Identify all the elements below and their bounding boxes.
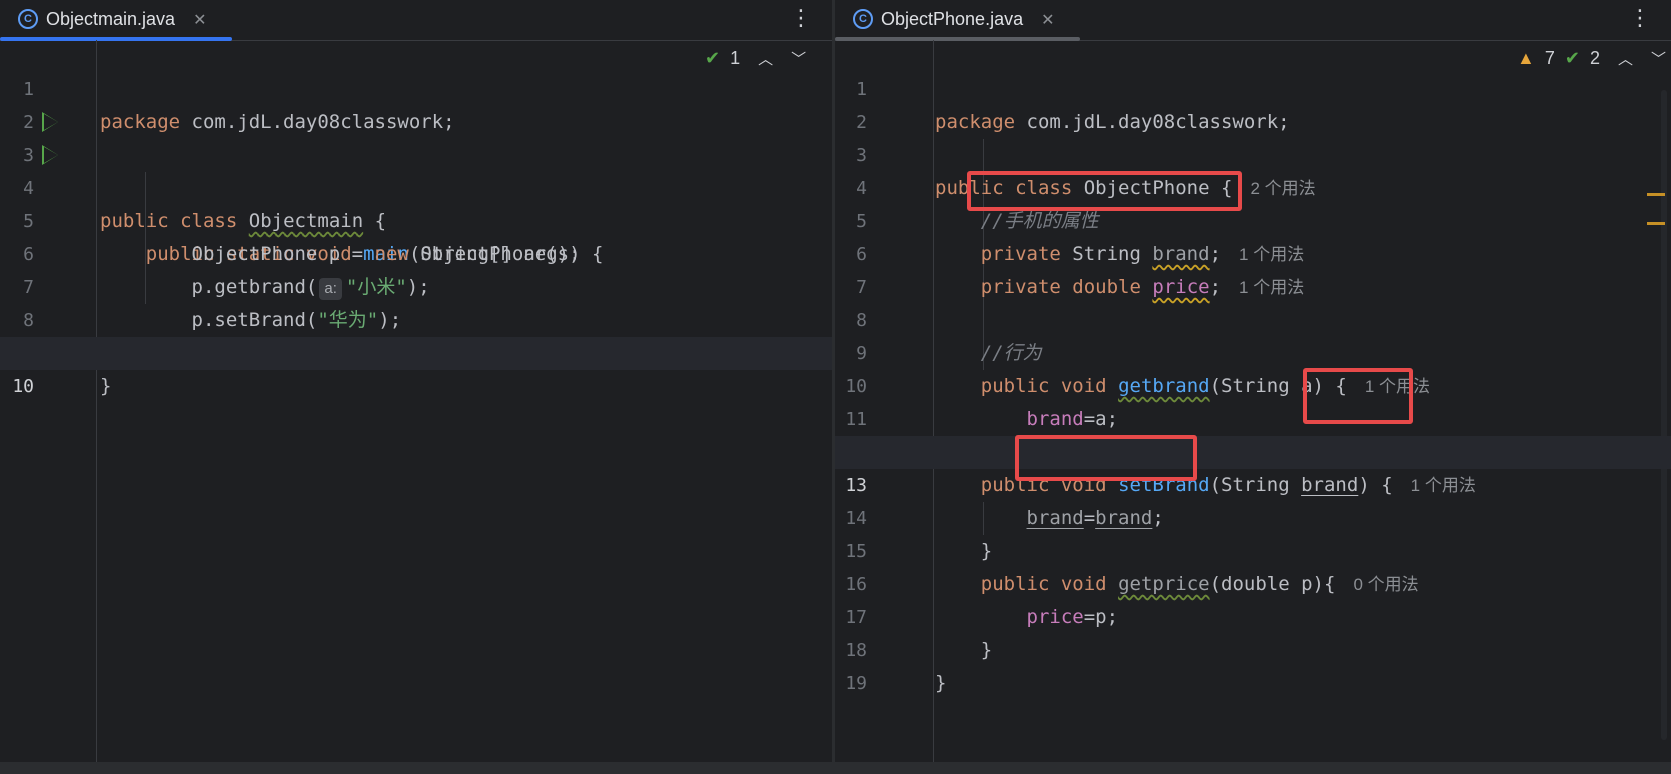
code-line: 11 } xyxy=(835,370,1671,463)
right-tab-bar: C ObjectPhone.java ✕ ⋮ xyxy=(835,0,1671,41)
code-line: 19 xyxy=(835,634,1671,694)
highlight-box-assignment xyxy=(1015,435,1197,481)
code-line: 5 private String brand; 1 个用法 xyxy=(835,172,1671,265)
code-line: 8 //行为 xyxy=(835,271,1671,364)
code-line: 4 //手机的属性 xyxy=(835,139,1671,232)
code-line: 1 package com.jdL.day08classwork; xyxy=(0,40,832,133)
code-line: 8 } xyxy=(0,271,832,364)
code-line: 12 public void setBrand(String brand) {1… xyxy=(835,403,1671,496)
highlight-box-param xyxy=(1303,368,1413,424)
code-line: 7 p.setBrand("华为"); xyxy=(0,238,832,331)
run-icon[interactable] xyxy=(42,112,58,132)
code-line: 15 public void getprice(double p){0 个用法 xyxy=(835,502,1671,595)
tab-objectmain[interactable]: C Objectmain.java ✕ xyxy=(0,0,206,38)
code-line: 16 price=p; xyxy=(835,535,1671,628)
code-line: 6 p.getbrand(a: "小米"); xyxy=(0,205,832,300)
code-line: 1 package com.jdL.day08classwork; xyxy=(835,40,1671,133)
more-options-icon[interactable]: ⋮ xyxy=(1629,6,1651,31)
code-line: 2 xyxy=(0,73,832,133)
current-line: 13 brand=brand; xyxy=(835,436,1671,529)
java-class-icon: C xyxy=(18,9,38,29)
class-icon: C xyxy=(853,9,873,29)
left-editor-pane: C Objectmain.java ✕ ⋮ ✔ 1 ︿ ﹀ 1 package … xyxy=(0,0,832,774)
status-strip xyxy=(0,762,1671,774)
code-line: 3 public class ObjectPhone {2 个用法 xyxy=(835,106,1671,199)
code-editor-right[interactable]: ▲ 7 ✔ 2 ︿ ﹀ 1 package com.jdL.day08class… xyxy=(835,40,1671,762)
right-editor-pane: C ObjectPhone.java ✕ ⋮ ▲ 7 ✔ 2 ︿ ﹀ 1 pac… xyxy=(835,0,1671,774)
code-line: 2 xyxy=(835,73,1671,133)
code-line: 5 ObjectPhone p = new ObjectPhone(); xyxy=(0,172,832,265)
left-tab-bar: C Objectmain.java ✕ ⋮ xyxy=(0,0,832,41)
close-icon[interactable]: ✕ xyxy=(193,10,206,29)
code-editor-left[interactable]: ✔ 1 ︿ ﹀ 1 package com.jdL.day08classwork… xyxy=(0,40,832,762)
more-options-icon[interactable]: ⋮ xyxy=(790,6,812,31)
tab-title: Objectmain.java xyxy=(46,8,176,29)
line-number: 19 xyxy=(845,673,867,694)
code-line: 3 public class Objectmain { xyxy=(0,106,832,232)
run-icon[interactable] xyxy=(42,145,58,165)
code-line: 14 } xyxy=(835,469,1671,562)
code-line: 4 public static void main(String[] args)… xyxy=(0,139,832,265)
tab-title: ObjectPhone.java xyxy=(881,8,1024,29)
highlight-box-field xyxy=(967,171,1242,211)
close-icon[interactable]: ✕ xyxy=(1041,10,1054,29)
code-line: 18 } xyxy=(835,601,1671,694)
code-line: 6 private double price; 1 个用法 xyxy=(835,205,1671,298)
code-line: 7 xyxy=(835,238,1671,298)
line-number: 10 xyxy=(12,376,34,397)
code-line: 10 brand=a; xyxy=(835,337,1671,430)
code-line: 9 public void getbrand(String a) {1 个用法 xyxy=(835,304,1671,397)
tab-objectphone[interactable]: C ObjectPhone.java ✕ xyxy=(835,0,1055,38)
current-line: 10 xyxy=(0,337,832,397)
code-line: 9 } xyxy=(0,304,832,397)
code-line: 17 } xyxy=(835,568,1671,661)
